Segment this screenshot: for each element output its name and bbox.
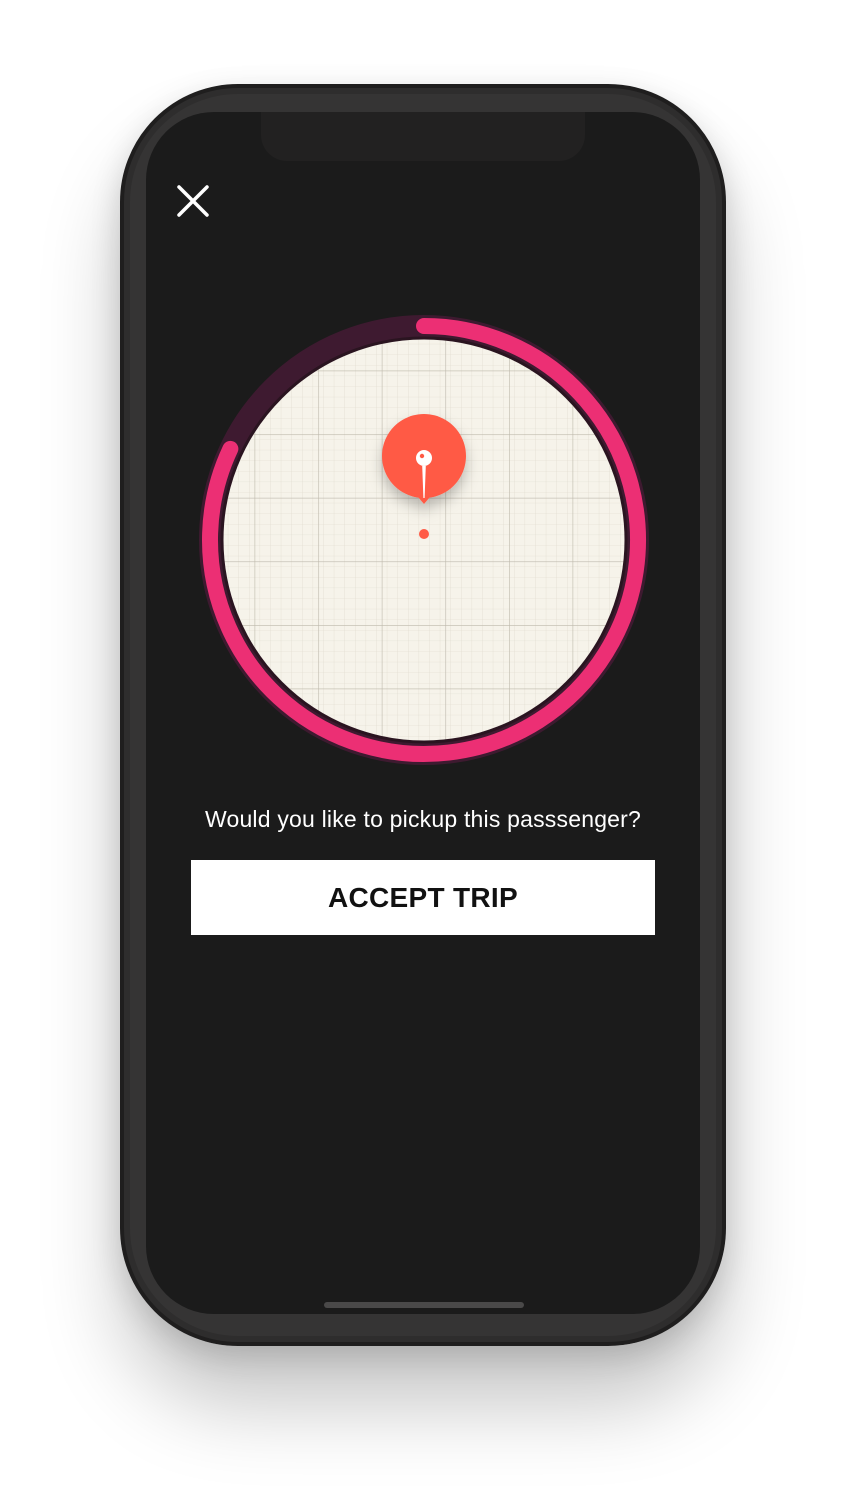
map-area (222, 338, 626, 742)
close-icon (177, 185, 209, 217)
accept-trip-button[interactable]: ACCEPT TRIP (191, 860, 655, 935)
pickup-location-dot (419, 529, 429, 539)
app-screen: Would you like to pickup this passsenger… (146, 112, 700, 1314)
pickup-map-dial (196, 312, 652, 768)
device-notch (261, 112, 585, 161)
home-indicator (324, 1302, 524, 1308)
pickup-prompt: Would you like to pickup this passsenger… (204, 806, 642, 832)
stage: Would you like to pickup this passsenger… (0, 0, 846, 1500)
close-button[interactable] (176, 184, 210, 218)
